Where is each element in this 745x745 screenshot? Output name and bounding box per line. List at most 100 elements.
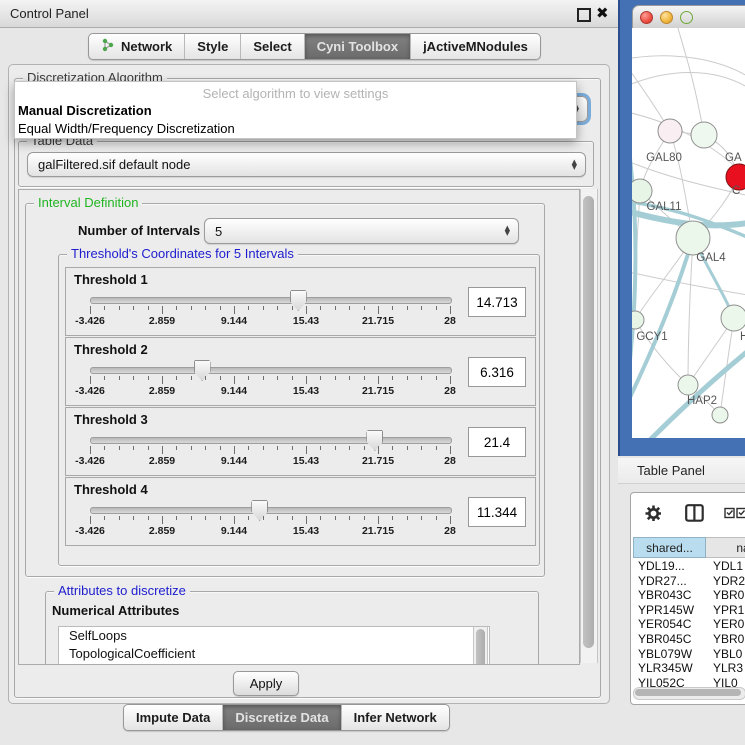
panel-scrollbar-thumb[interactable] [583, 196, 594, 648]
numerical-attributes-list[interactable]: SelfLoopsTopologicalCoefficientBetweenne… [58, 626, 490, 665]
attribute-list-item[interactable]: BetweennessCentrality [59, 663, 489, 665]
slider-tick [176, 376, 177, 380]
number-of-intervals-combobox[interactable]: 5 ▲▼ [204, 218, 519, 244]
slider-tick [436, 306, 437, 310]
threshold-slider-track[interactable] [90, 297, 452, 304]
cell-name: YER0 [713, 617, 745, 631]
slider-tick-label: 28 [444, 525, 456, 537]
table-panel-title: Table Panel [637, 463, 705, 478]
panel-scrollbar[interactable] [580, 189, 598, 663]
threshold-value-field[interactable]: 21.4 [468, 427, 526, 457]
threshold-slider-track[interactable] [90, 367, 452, 374]
node-bottom-small[interactable] [712, 407, 728, 423]
node-label: C [732, 185, 740, 197]
slider-tick-label: 2.859 [149, 455, 175, 467]
slider-tick [234, 376, 235, 384]
tab-label: Infer Network [354, 710, 437, 725]
tab-select[interactable]: Select [241, 34, 304, 59]
slider-tick [191, 376, 192, 380]
table-data-combobox[interactable]: galFiltered.sif default node ▲▼ [27, 152, 586, 177]
tab-infer-network[interactable]: Infer Network [342, 705, 449, 730]
node-gal80[interactable] [658, 119, 682, 143]
column-header-shared-name[interactable]: shared... [633, 537, 706, 558]
float-window-button[interactable] [577, 8, 591, 22]
table-data-group: Table Data galFiltered.sif default node … [18, 141, 594, 187]
table-row[interactable]: YLR345WYLR3 [631, 661, 745, 676]
table-row[interactable]: YBL079WYBL0 [631, 647, 745, 662]
select-columns-icon[interactable] [724, 507, 745, 519]
threshold-row: Threshold 2-3.4262.8599.14415.4321.71528… [65, 337, 536, 406]
apply-button[interactable]: Apply [233, 671, 299, 696]
threshold-value-field[interactable]: 11.344 [468, 497, 526, 527]
algorithm-placeholder-option[interactable]: Select algorithm to view settings [15, 82, 576, 102]
node-gcy1[interactable] [632, 311, 644, 329]
table-row[interactable]: YBR045CYBR0 [631, 632, 745, 647]
node-gal11[interactable] [632, 179, 652, 203]
minimize-traffic-light-icon[interactable] [660, 11, 673, 24]
slider-tick-label: 28 [444, 385, 456, 397]
threshold-row: Threshold 3-3.4262.8599.14415.4321.71528… [65, 407, 536, 476]
slider-tick [176, 446, 177, 450]
slider-tick-label: 9.144 [221, 455, 247, 467]
tab-label: Cyni Toolbox [317, 39, 398, 54]
slider-tick-label: 15.43 [293, 385, 319, 397]
table-toolbar [631, 493, 745, 533]
table-row[interactable]: YER054CYER0 [631, 617, 745, 632]
column-header-name[interactable]: na [706, 537, 745, 558]
table-row[interactable]: YDR27...YDR2 [631, 574, 745, 589]
table-hscrollbar-thumb[interactable] [635, 689, 741, 696]
gear-icon[interactable] [645, 505, 662, 522]
table-row[interactable]: YBR043CYBR0 [631, 588, 745, 603]
threshold-slider-track[interactable] [90, 437, 452, 444]
table-row[interactable]: YDL19...YDL1 [631, 559, 745, 574]
slider-tick [263, 306, 264, 310]
zoom-traffic-light-icon[interactable] [680, 11, 693, 24]
node-hap2[interactable] [678, 375, 698, 395]
tab-impute-data[interactable]: Impute Data [124, 705, 223, 730]
attribute-list-item[interactable]: SelfLoops [59, 627, 489, 645]
slider-tick [220, 446, 221, 450]
threshold-row: Threshold 4-3.4262.8599.14415.4321.71528… [65, 477, 536, 546]
tab-label: Style [197, 39, 228, 54]
slider-tick-label: 15.43 [293, 455, 319, 467]
slider-tick [248, 446, 249, 450]
slider-tick [104, 516, 105, 520]
slider-tick [335, 306, 336, 310]
network-canvas[interactable]: GAL80GACGAL11GAL4GCY1HHAP2 [632, 28, 745, 438]
interval-definition-group-title: Interval Definition [34, 195, 142, 210]
slider-tick [378, 516, 379, 524]
tab-style[interactable]: Style [185, 34, 241, 59]
split-columns-icon[interactable] [685, 504, 704, 522]
close-panel-button[interactable]: ✖ [596, 4, 609, 22]
tab-network[interactable]: Network [89, 34, 185, 59]
attribute-list-item[interactable]: TopologicalCoefficient [59, 645, 489, 663]
slider-tick [220, 376, 221, 380]
table-row[interactable]: YPR145WYPR1 [631, 603, 745, 618]
slider-tick [162, 516, 163, 524]
table-hscrollbar[interactable] [633, 687, 745, 700]
slider-tick-label: 15.43 [293, 525, 319, 537]
attributes-scrollbar-thumb[interactable] [476, 629, 485, 665]
slider-tick-label: -3.426 [75, 525, 105, 537]
threshold-slider-track[interactable] [90, 507, 452, 514]
network-window-titlebar[interactable] [632, 5, 745, 30]
algorithm-option[interactable]: Equal Width/Frequency Discretization [15, 120, 576, 138]
slider-tick [205, 446, 206, 450]
close-traffic-light-icon[interactable] [640, 11, 653, 24]
node-gal4[interactable] [676, 221, 710, 255]
network-window[interactable]: GAL80GACGAL11GAL4GCY1HHAP2 [618, 0, 745, 456]
attributes-list-scrollbar[interactable] [473, 627, 488, 665]
tab-cyni-toolbox[interactable]: Cyni Toolbox [305, 34, 411, 59]
network-icon [101, 38, 121, 55]
algorithm-option[interactable]: Manual Discretization [15, 102, 576, 120]
slider-tick-label: 2.859 [149, 315, 175, 327]
tab-discretize-data[interactable]: Discretize Data [223, 705, 341, 730]
slider-tick [176, 516, 177, 520]
tab-jactivemnodules[interactable]: jActiveMNodules [411, 34, 540, 59]
threshold-value-field[interactable]: 14.713 [468, 287, 526, 317]
tab-label: Discretize Data [235, 710, 328, 725]
node-h[interactable] [721, 305, 745, 331]
slider-tick-label: 2.859 [149, 385, 175, 397]
threshold-value-field[interactable]: 6.316 [468, 357, 526, 387]
node-upper-right[interactable] [691, 122, 717, 148]
